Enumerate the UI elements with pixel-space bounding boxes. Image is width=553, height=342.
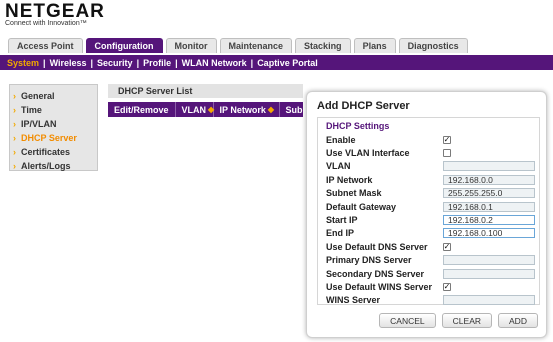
- ip-network-row: IP Network 192.168.0.0: [326, 173, 538, 186]
- tab-monitor[interactable]: Monitor: [165, 38, 217, 53]
- column-vlan[interactable]: VLAN ◆: [176, 102, 214, 117]
- add-button[interactable]: ADD: [498, 313, 538, 328]
- primary-dns-field[interactable]: [443, 255, 535, 266]
- subnav-profile[interactable]: Profile: [143, 58, 171, 68]
- column-subnet[interactable]: Sub: [280, 102, 303, 117]
- cancel-button[interactable]: CANCEL: [379, 313, 436, 328]
- add-dhcp-server-dialog: Add DHCP Server DHCP Settings Enable ✓ U…: [306, 91, 547, 338]
- ip-network-label: IP Network: [326, 174, 373, 185]
- dhcp-settings-heading: DHCP Settings: [326, 121, 390, 131]
- sort-icon: ◆: [267, 105, 275, 114]
- bullet-icon: ›: [13, 161, 16, 171]
- subnet-mask-label: Subnet Mask: [326, 188, 382, 199]
- secondary-dns-label: Secondary DNS Server: [326, 268, 425, 279]
- enable-label: Enable: [326, 134, 356, 145]
- primary-dns-row: Primary DNS Server: [326, 254, 538, 267]
- brand-name: NETGEAR: [5, 1, 105, 22]
- end-ip-row: End IP 192.168.0.100: [326, 227, 538, 240]
- left-menu-ip-vlan[interactable]: › IP/VLAN: [10, 117, 97, 131]
- left-menu-general[interactable]: › General: [10, 89, 97, 103]
- tab-access-point[interactable]: Access Point: [8, 38, 83, 53]
- sub-nav-bar: System | Wireless | Security | Profile |…: [0, 55, 553, 70]
- subnav-wireless[interactable]: Wireless: [50, 58, 87, 68]
- default-gateway-field[interactable]: 192.168.0.1: [443, 201, 535, 212]
- column-label: IP Network: [219, 104, 266, 115]
- start-ip-label: Start IP: [326, 215, 358, 226]
- subnet-mask-row: Subnet Mask 255.255.255.0: [326, 187, 538, 200]
- default-gateway-row: Default Gateway 192.168.0.1: [326, 200, 538, 213]
- left-menu-label: Certificates: [21, 147, 71, 157]
- tab-plans[interactable]: Plans: [353, 38, 396, 53]
- subnet-mask-field[interactable]: 255.255.255.0: [443, 188, 535, 199]
- use-default-dns-checkbox[interactable]: ✓: [443, 242, 451, 251]
- left-menu-time[interactable]: › Time: [10, 103, 97, 117]
- start-ip-field[interactable]: 192.168.0.2: [443, 215, 535, 226]
- netgear-logo: NETGEAR Connect with Innovation™: [5, 1, 105, 28]
- bullet-icon: ›: [13, 91, 16, 101]
- subnav-security[interactable]: Security: [97, 58, 133, 68]
- use-vlan-interface-row: Use VLAN Interface: [326, 146, 538, 159]
- subnav-wlan-network[interactable]: WLAN Network: [182, 58, 247, 68]
- wins-server-label: WINS Server: [326, 295, 381, 306]
- subnav-separator: |: [136, 57, 140, 68]
- subnav-separator: |: [250, 57, 254, 68]
- column-ip-network[interactable]: IP Network ◆: [214, 102, 280, 117]
- dhcp-settings-group: DHCP Settings Enable ✓ Use VLAN Interfac…: [317, 117, 540, 307]
- use-default-wins-row: Use Default WINS Server ✓: [326, 280, 538, 293]
- tab-maintenance[interactable]: Maintenance: [219, 38, 293, 53]
- left-menu-label: General: [21, 91, 55, 101]
- enable-row: Enable ✓: [326, 133, 538, 146]
- subnav-separator: |: [43, 57, 46, 68]
- start-ip-row: Start IP 192.168.0.2: [326, 213, 538, 226]
- vlan-field[interactable]: [443, 161, 535, 172]
- left-menu-label: Alerts/Logs: [21, 161, 71, 171]
- end-ip-field[interactable]: 192.168.0.100: [443, 228, 535, 239]
- bullet-icon: ›: [13, 147, 16, 157]
- subnav-separator: |: [90, 57, 94, 68]
- clear-button[interactable]: CLEAR: [441, 313, 492, 328]
- wins-server-row: WINS Server: [326, 294, 538, 307]
- dhcp-server-list-title: DHCP Server List: [108, 84, 303, 98]
- secondary-dns-field[interactable]: [443, 268, 535, 279]
- left-menu-label: Time: [21, 105, 42, 115]
- bullet-icon: ›: [13, 105, 16, 115]
- default-gateway-label: Default Gateway: [326, 201, 397, 212]
- column-label: Sub: [285, 104, 303, 115]
- tab-stacking[interactable]: Stacking: [295, 38, 351, 53]
- secondary-dns-row: Secondary DNS Server: [326, 267, 538, 280]
- dialog-button-row: CANCEL CLEAR ADD: [379, 313, 538, 328]
- end-ip-label: End IP: [326, 228, 355, 239]
- left-menu-dhcp-server[interactable]: › DHCP Server: [10, 131, 97, 145]
- subnav-captive-portal[interactable]: Captive Portal: [257, 58, 318, 68]
- left-menu-alerts-logs[interactable]: › Alerts/Logs: [10, 159, 97, 173]
- ip-network-field[interactable]: 192.168.0.0: [443, 174, 535, 185]
- left-menu-label: IP/VLAN: [21, 119, 57, 129]
- wins-server-field[interactable]: [443, 295, 535, 306]
- left-menu: › General › Time › IP/VLAN › DHCP Server…: [9, 84, 98, 171]
- tab-diagnostics[interactable]: Diagnostics: [398, 38, 468, 53]
- vlan-row: VLAN: [326, 160, 538, 173]
- use-vlan-interface-checkbox[interactable]: [443, 149, 451, 158]
- column-edit-remove: Edit/Remove: [108, 102, 176, 117]
- use-default-dns-label: Use Default DNS Server: [326, 241, 428, 252]
- vlan-label: VLAN: [326, 161, 351, 172]
- use-default-wins-label: Use Default WINS Server: [326, 282, 433, 293]
- top-tab-bar: Access Point Configuration Monitor Maint…: [8, 38, 468, 53]
- use-default-wins-checkbox[interactable]: ✓: [443, 283, 451, 292]
- subnav-separator: |: [175, 57, 178, 68]
- enable-checkbox[interactable]: ✓: [443, 135, 451, 144]
- bullet-icon: ›: [13, 119, 16, 129]
- column-label: Edit/Remove: [114, 104, 169, 115]
- left-menu-certificates[interactable]: › Certificates: [10, 145, 97, 159]
- primary-dns-label: Primary DNS Server: [326, 255, 412, 266]
- use-default-dns-row: Use Default DNS Server ✓: [326, 240, 538, 253]
- bullet-icon: ›: [13, 133, 16, 143]
- use-vlan-interface-label: Use VLAN Interface: [326, 148, 410, 159]
- dialog-title: Add DHCP Server: [317, 100, 410, 112]
- subnav-system[interactable]: System: [7, 58, 39, 68]
- dhcp-server-list-header: Edit/Remove VLAN ◆ IP Network ◆ Sub: [108, 102, 303, 117]
- tab-configuration[interactable]: Configuration: [85, 38, 163, 53]
- column-label: VLAN: [181, 104, 207, 115]
- left-menu-label: DHCP Server: [21, 133, 77, 143]
